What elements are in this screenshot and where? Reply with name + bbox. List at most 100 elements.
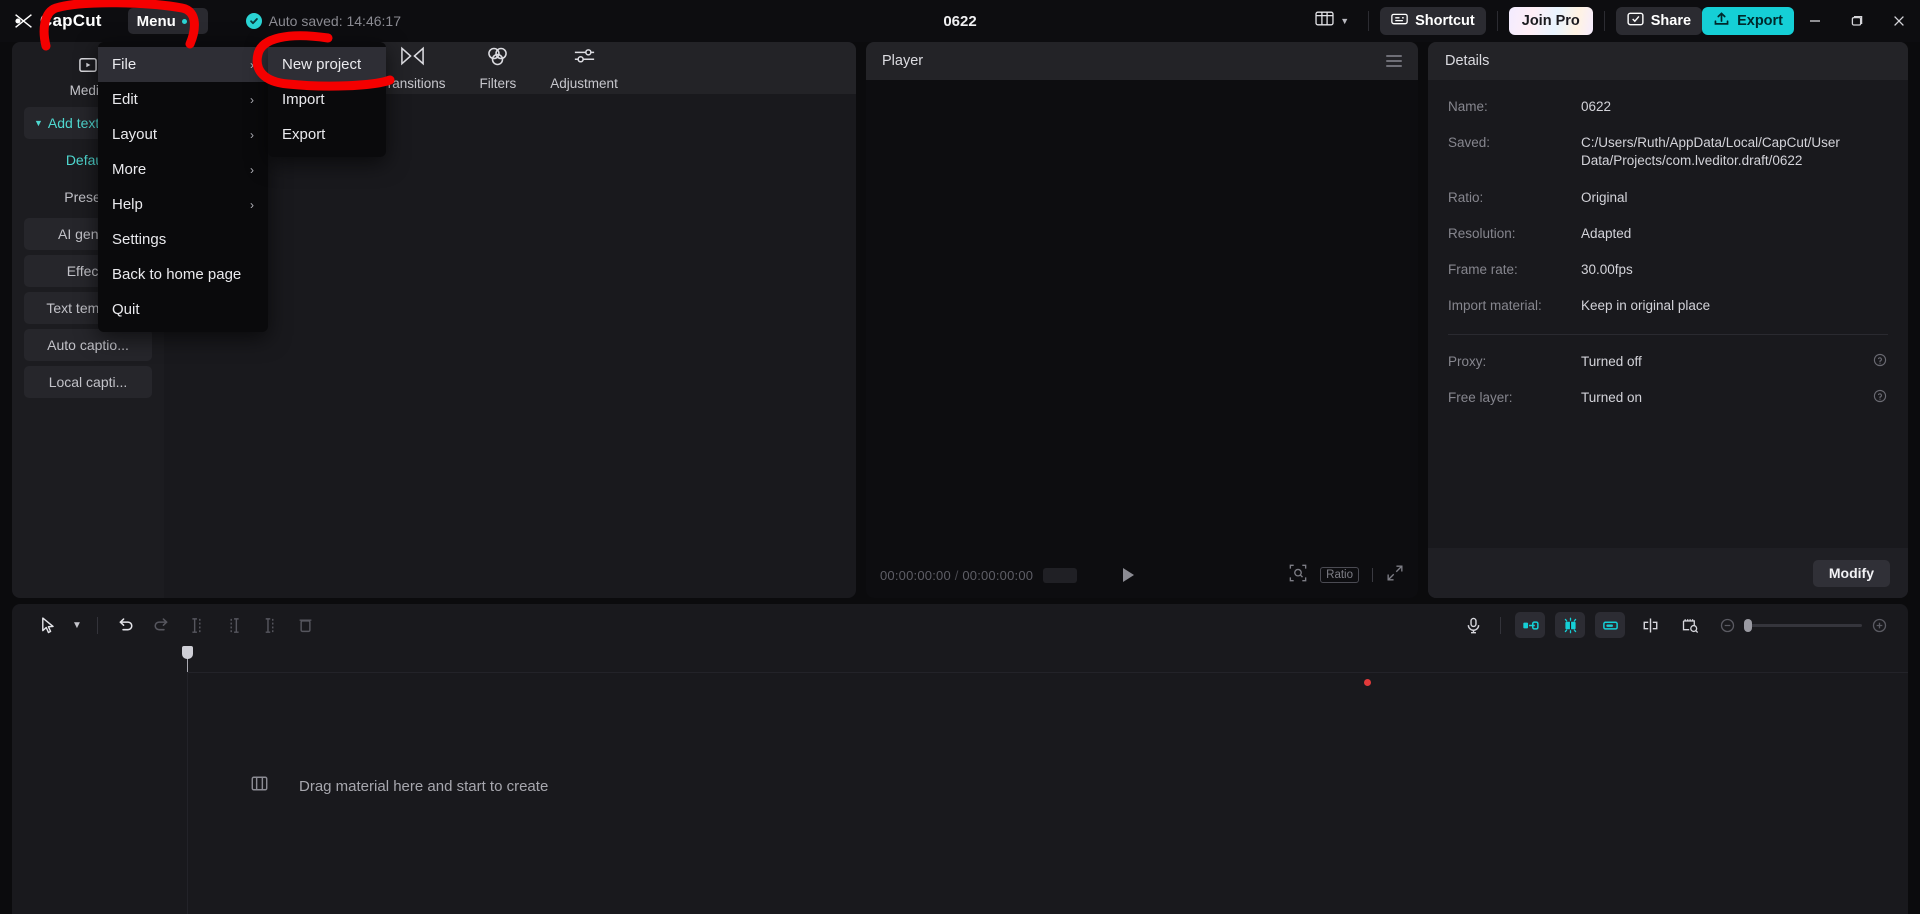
menu-item-label: Edit bbox=[112, 91, 138, 108]
tab-adjustment[interactable]: Adjustment bbox=[550, 45, 618, 91]
menu-item-label: File bbox=[112, 56, 137, 73]
chevron-down-icon: ▼ bbox=[34, 118, 43, 128]
submenu-item-import[interactable]: Import bbox=[268, 82, 386, 117]
share-label: Share bbox=[1650, 13, 1692, 29]
chevron-right-icon: › bbox=[250, 197, 254, 212]
delete-icon[interactable] bbox=[287, 610, 323, 640]
submenu-item-new-project[interactable]: New project bbox=[268, 47, 386, 82]
player-menu-icon[interactable] bbox=[1386, 55, 1402, 67]
autosave-status: Auto saved: 14:46:17 bbox=[245, 13, 401, 29]
details-row-frame-rate: Frame rate: 30.00fps bbox=[1448, 261, 1888, 279]
layout-switch-button[interactable]: ▼ bbox=[1307, 6, 1357, 36]
crop-preview-icon[interactable] bbox=[1675, 612, 1705, 638]
divider bbox=[1496, 11, 1498, 31]
split-right-icon[interactable] bbox=[215, 610, 251, 640]
fullscreen-icon[interactable] bbox=[1386, 564, 1404, 587]
help-icon[interactable] bbox=[1873, 353, 1888, 367]
total-time: 00:00:00:00 bbox=[962, 567, 1034, 583]
sidebar-item-auto-captions[interactable]: Auto captio... bbox=[24, 329, 152, 361]
join-pro-button[interactable]: Join Pro bbox=[1508, 7, 1593, 35]
zoom-slider[interactable] bbox=[1744, 618, 1862, 632]
sidebar-item-local-captions[interactable]: Local capti... bbox=[24, 366, 152, 398]
chevron-down-icon[interactable]: ▼ bbox=[66, 620, 88, 631]
details-row-name: Name: 0622 bbox=[1448, 98, 1888, 116]
divider bbox=[1603, 11, 1605, 31]
divider bbox=[97, 616, 98, 634]
shortcut-label: Shortcut bbox=[1415, 13, 1475, 29]
divider bbox=[1448, 333, 1888, 335]
menu-item-more[interactable]: More › bbox=[98, 152, 268, 187]
submenu-item-label: Export bbox=[282, 126, 326, 143]
menu-item-label: Back to home page bbox=[112, 266, 242, 283]
menu-button[interactable]: Menu ^ bbox=[127, 8, 208, 34]
auto-fill-left-icon[interactable] bbox=[1515, 612, 1545, 638]
player-canvas[interactable] bbox=[866, 80, 1418, 552]
sidebar-item-label: Local capti... bbox=[48, 374, 128, 390]
maximize-button[interactable] bbox=[1836, 0, 1878, 42]
modify-button[interactable]: Modify bbox=[1812, 559, 1890, 587]
menu-item-settings[interactable]: Settings bbox=[98, 222, 268, 257]
minimize-button[interactable] bbox=[1794, 0, 1836, 42]
chevron-down-icon: ▼ bbox=[1340, 16, 1350, 26]
play-button[interactable] bbox=[1123, 568, 1135, 582]
details-row-resolution: Resolution: Adapted bbox=[1448, 225, 1888, 243]
divider bbox=[1372, 568, 1373, 582]
adjustment-icon bbox=[572, 45, 597, 72]
menu-item-layout[interactable]: Layout › bbox=[98, 117, 268, 152]
auto-snap-icon[interactable] bbox=[1555, 612, 1585, 638]
menu-item-help[interactable]: Help › bbox=[98, 187, 268, 222]
details-title: Details bbox=[1428, 42, 1908, 80]
zoom-out-icon[interactable] bbox=[1716, 618, 1738, 633]
player-right-controls: Ratio bbox=[1289, 564, 1404, 587]
zoom-fit-icon[interactable] bbox=[1289, 564, 1307, 587]
timeline-ruler[interactable] bbox=[12, 646, 1908, 672]
details-panel: Details Name: 0622 Saved: C:/Users/Ruth/… bbox=[1428, 42, 1908, 598]
menu-label: Menu bbox=[136, 12, 176, 30]
undo-icon[interactable] bbox=[107, 610, 143, 640]
zoom-slider-handle[interactable] bbox=[1744, 618, 1752, 632]
playhead-handle[interactable] bbox=[182, 646, 193, 659]
speed-field[interactable] bbox=[1043, 567, 1078, 583]
brand-label: CapCut bbox=[40, 11, 102, 30]
menu-item-quit[interactable]: Quit bbox=[98, 292, 268, 327]
chevron-right-icon: › bbox=[250, 127, 254, 142]
tab-filters[interactable]: Filters bbox=[480, 45, 516, 91]
select-tool-icon[interactable] bbox=[30, 610, 66, 640]
tab-transitions[interactable]: Transitions bbox=[380, 45, 446, 91]
menu-item-edit[interactable]: Edit › bbox=[98, 82, 268, 117]
menu-item-back-to-home-page[interactable]: Back to home page bbox=[98, 257, 268, 292]
titlebar-actions: ▼ Shortcut Join Pro Share Export bbox=[1307, 0, 1920, 42]
timeline-dropzone[interactable]: Drag material here and start to create bbox=[250, 774, 548, 798]
ratio-button[interactable]: Ratio bbox=[1320, 567, 1359, 583]
export-label: Export bbox=[1737, 13, 1783, 29]
app-logo: CapCut bbox=[14, 11, 102, 31]
share-button[interactable]: Share bbox=[1615, 7, 1703, 35]
details-footer: Modify bbox=[1428, 548, 1908, 598]
row-label: Proxy: bbox=[1448, 353, 1487, 369]
player-title: Player bbox=[882, 53, 924, 69]
row-value: Turned off bbox=[1581, 353, 1642, 369]
tab-label: Transitions bbox=[380, 76, 446, 91]
split-left-icon[interactable] bbox=[179, 610, 215, 640]
help-icon[interactable] bbox=[1873, 389, 1888, 403]
join-pro-label: Join Pro bbox=[1521, 13, 1580, 29]
export-button[interactable]: Export bbox=[1702, 7, 1794, 35]
submenu-item-export[interactable]: Export bbox=[268, 117, 386, 152]
film-strip-icon bbox=[250, 774, 269, 798]
file-submenu: New project Import Export bbox=[268, 42, 386, 157]
split-clip-icon[interactable] bbox=[251, 610, 287, 640]
menu-item-label: Layout bbox=[112, 126, 158, 143]
sidebar-item-label: Auto captio... bbox=[47, 337, 129, 353]
split-playhead-icon[interactable] bbox=[1635, 612, 1665, 638]
timeline-panel: ▼ Drag material here and start to create bbox=[12, 604, 1908, 914]
shortcut-button[interactable]: Shortcut bbox=[1380, 7, 1486, 35]
submenu-item-label: New project bbox=[282, 56, 362, 73]
menu-item-file[interactable]: File › bbox=[98, 47, 268, 82]
keyboard-icon bbox=[1391, 11, 1408, 31]
layout-grid-icon bbox=[1315, 10, 1334, 32]
close-button[interactable] bbox=[1878, 0, 1920, 42]
microphone-icon[interactable] bbox=[1455, 610, 1491, 640]
zoom-in-icon[interactable] bbox=[1868, 618, 1890, 633]
auto-fill-right-icon[interactable] bbox=[1595, 612, 1625, 638]
redo-icon[interactable] bbox=[143, 610, 179, 640]
